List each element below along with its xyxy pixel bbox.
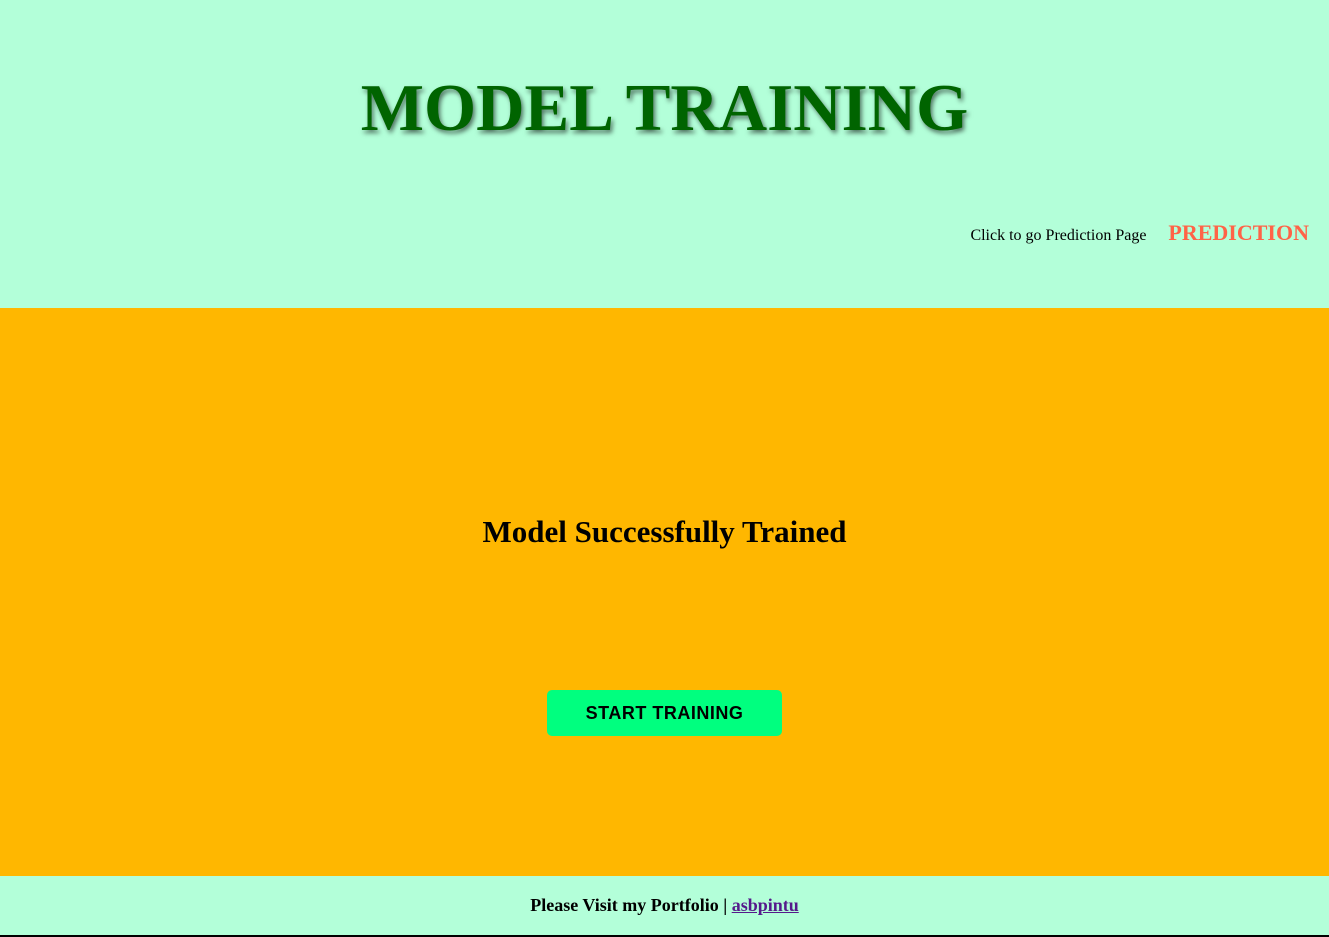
footer: Please Visit my Portfolio | asbpintu <box>0 876 1329 937</box>
prediction-link[interactable]: PREDICTION <box>1168 220 1309 246</box>
header: MODEL TRAINING Click to go Prediction Pa… <box>0 0 1329 308</box>
page-title: MODEL TRAINING <box>360 71 969 145</box>
footer-text: Please Visit my Portfolio <box>530 895 719 915</box>
nav-bar: Click to go Prediction Page PREDICTION <box>970 220 1309 246</box>
footer-text-row: Please Visit my Portfolio | asbpintu <box>0 894 1329 916</box>
nav-hint-text: Click to go Prediction Page <box>970 227 1147 244</box>
portfolio-link[interactable]: asbpintu <box>732 895 799 915</box>
status-message: Model Successfully Trained <box>482 514 847 549</box>
start-training-button[interactable]: START TRAINING <box>547 690 782 736</box>
main-section: Model Successfully Trained START TRAININ… <box>0 308 1329 876</box>
footer-separator: | <box>723 895 728 915</box>
